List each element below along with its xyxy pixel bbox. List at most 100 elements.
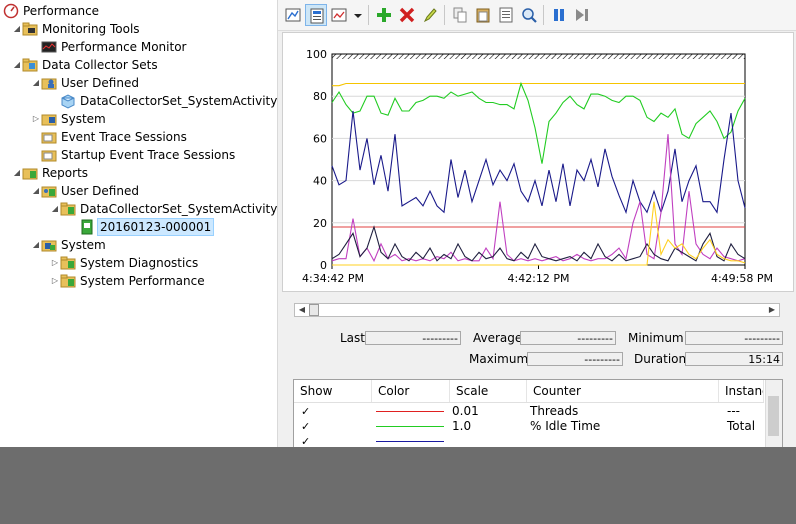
column-instance[interactable]: Instance: [719, 380, 764, 402]
legend-scale-cell: 0.01: [452, 404, 479, 418]
tree-node-label: System Performance: [80, 274, 205, 288]
change-graph-type-icon[interactable]: [328, 4, 350, 26]
toolbar-separator: [444, 5, 445, 25]
graph-area: 0 20 40 60 80 100 4:34:42 PM 4:42:12 PM 4:49:58 …: [282, 32, 794, 292]
system-folder-icon: [41, 111, 57, 127]
folder-green-icon: [60, 201, 76, 217]
tree-node[interactable]: ▷ System: [0, 110, 277, 128]
view-log-data-icon[interactable]: [305, 4, 327, 26]
line-chart: 0 20 40 60 80 100 4:34:42 PM 4:42:12 PM 4:49:58 …: [302, 48, 773, 285]
tree-node[interactable]: Startup Event Trace Sessions: [0, 146, 277, 164]
update-data-icon[interactable]: [571, 4, 593, 26]
show-checkbox[interactable]: ✓: [301, 406, 312, 417]
copy-properties-icon[interactable]: [449, 4, 471, 26]
tree-node[interactable]: ◢ System: [0, 236, 277, 254]
legend-scrollbar[interactable]: [765, 380, 782, 448]
dropdown-arrow-icon[interactable]: [351, 4, 365, 26]
tree-node[interactable]: ▷ System Diagnostics: [0, 254, 277, 272]
tree-node[interactable]: Performance Monitor: [0, 38, 277, 56]
freeze-display-icon[interactable]: [548, 4, 570, 26]
folder-green-icon: [60, 255, 76, 271]
performance-monitor-pane: 0 20 40 60 80 100 4:34:42 PM 4:42:12 PM 4:49:58 …: [278, 0, 796, 448]
tree-node[interactable]: ◢ Monitoring Tools: [0, 20, 277, 38]
performance-icon: [3, 3, 19, 19]
tree-node-label: User Defined: [61, 184, 139, 198]
y-tick-label: 80: [313, 90, 327, 103]
tree-node-label: Reports: [42, 166, 89, 180]
legend-row[interactable]: ✓ 1.0 % Idle Time Total: [294, 419, 764, 434]
column-scale[interactable]: Scale: [450, 380, 527, 402]
tree-node[interactable]: ◢ DataCollectorSet_SystemActivity: [0, 200, 277, 218]
y-tick-label: 40: [313, 175, 327, 188]
tree-node-label: Event Trace Sessions: [61, 130, 187, 144]
toolbar-separator: [543, 5, 544, 25]
delete-counter-icon[interactable]: [396, 4, 418, 26]
plot-top-band: [332, 54, 745, 59]
y-tick-label: 60: [313, 132, 327, 145]
legend-header: Show Color Scale Counter Instance: [294, 380, 764, 403]
tree-node[interactable]: ◢ Reports: [0, 164, 277, 182]
maximum-label: Maximum: [469, 352, 529, 366]
tree-node[interactable]: 20160123-000001: [0, 218, 277, 236]
tree-node-label: System: [61, 112, 106, 126]
tree-node[interactable]: ◢ User Defined: [0, 182, 277, 200]
report-file-icon: [79, 219, 95, 235]
scroll-left-icon[interactable]: ◀: [295, 304, 309, 316]
column-show[interactable]: Show: [294, 380, 372, 402]
legend-counter-cell: Threads: [530, 404, 579, 418]
legend-instance-cell: ---: [727, 404, 740, 418]
show-checkbox[interactable]: ✓: [301, 436, 312, 447]
zoom-icon[interactable]: [518, 4, 540, 26]
duration-label: Duration: [634, 352, 687, 366]
column-counter[interactable]: Counter: [527, 380, 719, 402]
folder-tools-icon: [22, 21, 38, 37]
toolbar: [278, 0, 796, 31]
toolbar-separator: [368, 5, 369, 25]
x-tick-label: 4:42:12 PM: [507, 272, 569, 285]
legend-scroll-thumb[interactable]: [768, 396, 779, 436]
plot-area: [331, 53, 746, 266]
color-swatch: [376, 441, 444, 442]
user-report-icon: [41, 183, 57, 199]
scroll-right-icon[interactable]: ▶: [765, 304, 779, 316]
tree-node[interactable]: DataCollectorSet_SystemActivity: [0, 92, 277, 110]
tree-node[interactable]: Performance: [0, 2, 277, 20]
tree-node-label: System Diagnostics: [80, 256, 199, 270]
tree-node-label: System: [61, 238, 106, 252]
highlight-icon[interactable]: [419, 4, 441, 26]
last-value: ---------: [365, 331, 461, 345]
legend-counter-cell: % Idle Time: [530, 419, 601, 433]
duration-value: 15:14: [685, 352, 783, 366]
x-tick-label: 4:34:42 PM: [302, 272, 364, 285]
tree-node-label: Performance: [23, 4, 100, 18]
tree-node-label: Performance Monitor: [61, 40, 187, 54]
color-swatch: [376, 411, 444, 412]
scroll-thumb[interactable]: [309, 304, 319, 316]
tree-node-label: Monitoring Tools: [42, 22, 140, 36]
event-trace-icon: [41, 129, 57, 145]
tree-node[interactable]: ▷ System Performance: [0, 272, 277, 290]
maximum-value: ---------: [527, 352, 623, 366]
legend-row[interactable]: ✓ 0.01 Threads ---: [294, 404, 764, 419]
tree-node[interactable]: ◢ User Defined: [0, 74, 277, 92]
tree-node-label: DataCollectorSet_SystemActivity: [80, 202, 278, 216]
view-current-activity-icon[interactable]: [282, 4, 304, 26]
collector-set-icon: [60, 93, 76, 109]
tree-node-label: 20160123-000001: [97, 218, 215, 236]
tree-node[interactable]: ◢ Data Collector Sets: [0, 56, 277, 74]
y-tick-label: 0: [320, 259, 327, 272]
tree-node-label: DataCollectorSet_SystemActivity: [80, 94, 278, 108]
show-checkbox[interactable]: ✓: [301, 421, 312, 432]
properties-icon[interactable]: [495, 4, 517, 26]
average-value: ---------: [520, 331, 616, 345]
user-defined-icon: [41, 75, 57, 91]
column-color[interactable]: Color: [372, 380, 450, 402]
navigation-tree: Performance ◢ Monitoring Tools Performance …: [0, 0, 278, 447]
average-label: Average: [473, 331, 523, 345]
legend-row[interactable]: ✓: [294, 434, 764, 448]
tree-node[interactable]: Event Trace Sessions: [0, 128, 277, 146]
add-counter-icon[interactable]: [373, 4, 395, 26]
data-collector-icon: [22, 57, 38, 73]
time-scrollbar[interactable]: ◀ ▶: [294, 303, 780, 317]
paste-counter-list-icon[interactable]: [472, 4, 494, 26]
